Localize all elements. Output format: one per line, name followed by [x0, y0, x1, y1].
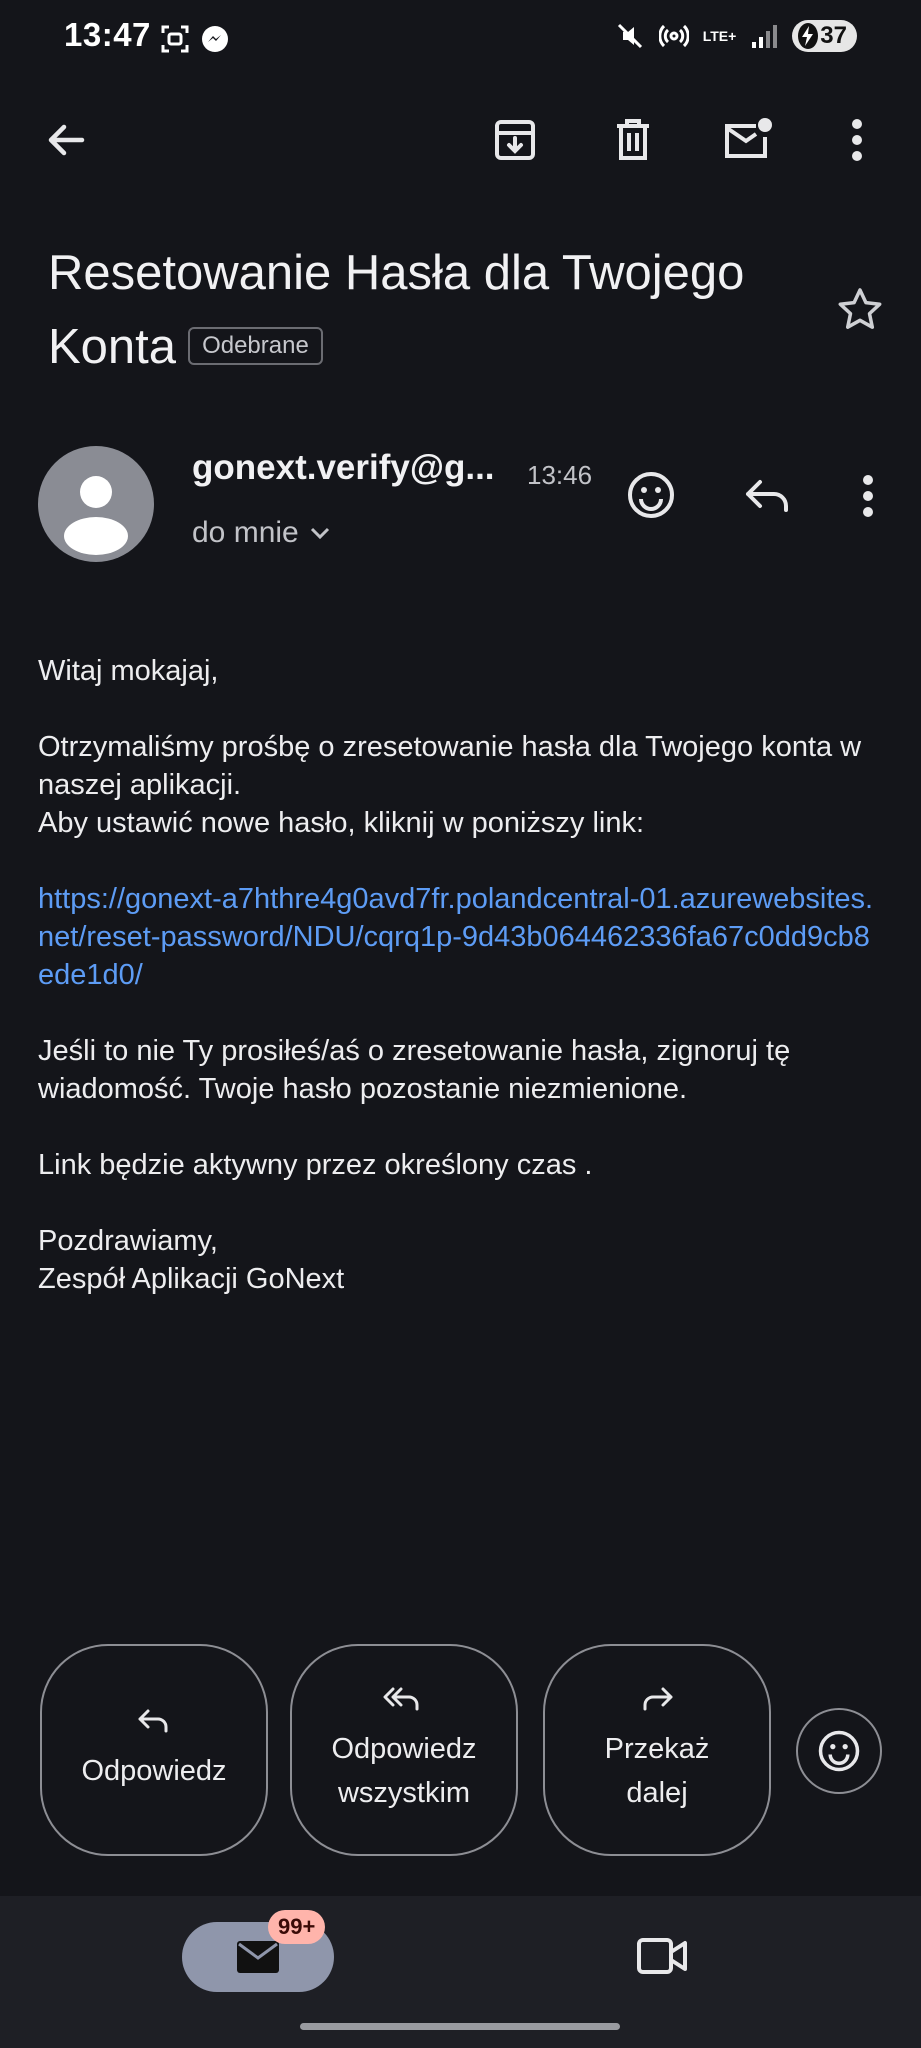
body-paragraph-1: Otrzymaliśmy prośbę o zresetowanie hasła… [38, 731, 862, 801]
hotspot-icon [658, 21, 689, 51]
mark-unread-icon[interactable] [718, 110, 778, 170]
charging-icon [798, 23, 819, 49]
sender-email[interactable]: gonext.verify@g... [192, 448, 495, 488]
reply-icon[interactable] [742, 476, 792, 516]
recipient-text: do mnie [192, 516, 299, 549]
battery-indicator: 37 [792, 20, 857, 52]
reply-label: Odpowiedz [81, 1755, 227, 1787]
forward-button[interactable]: Przekaż dalej [543, 1644, 771, 1856]
emoji-react-icon[interactable] [626, 470, 676, 520]
message-more-icon[interactable] [862, 474, 874, 518]
recipient-details-toggle[interactable]: do mnie [192, 516, 331, 550]
star-icon[interactable] [836, 286, 884, 332]
archive-icon[interactable] [485, 110, 545, 170]
emoji-icon [817, 1729, 861, 1773]
closing: Pozdrawiamy, [38, 1225, 218, 1257]
status-time: 13:47 [64, 16, 151, 53]
body-paragraph-1b: Aby ustawić nowe hasło, kliknij w poniżs… [38, 807, 645, 839]
reply-all-icon [383, 1685, 425, 1713]
back-arrow-icon[interactable] [36, 110, 96, 170]
reply-all-label-1: Odpowiedz [331, 1733, 477, 1765]
signal-icon [750, 22, 778, 50]
reset-password-link[interactable]: https://gonext-a7hthre4g0avd7fr.polandce… [38, 883, 873, 991]
unread-badge: 99+ [268, 1910, 326, 1944]
meet-video-icon[interactable] [636, 1934, 690, 1978]
screenshot-icon [160, 24, 190, 54]
status-left-icons [160, 24, 230, 54]
reply-all-label-2: wszystkim [337, 1777, 471, 1809]
forward-label-2: dalej [626, 1777, 688, 1809]
reply-all-button[interactable]: Odpowiedz wszystkim [290, 1644, 518, 1856]
status-right: LTE+ 37 [615, 20, 857, 52]
battery-level: 37 [820, 22, 847, 49]
forward-icon [639, 1685, 675, 1713]
sender-avatar[interactable] [38, 446, 154, 562]
inbox-label-chip[interactable]: Odebrane [188, 327, 323, 366]
signature: Zespół Aplikacji GoNext [38, 1263, 345, 1295]
reply-button[interactable]: Odpowiedz [40, 1644, 268, 1856]
chevron-down-icon [309, 526, 331, 540]
email-body: Witaj mokajaj, Otrzymaliśmy prośbę o zre… [38, 652, 883, 1298]
network-type-icon: LTE+ [702, 28, 737, 44]
mail-icon [235, 1939, 281, 1975]
received-time: 13:46 [527, 460, 593, 490]
greeting: Witaj mokajaj, [38, 655, 219, 687]
emoji-react-button[interactable] [796, 1708, 882, 1794]
body-paragraph-3: Link będzie aktywny przez określony czas… [38, 1149, 593, 1181]
messenger-icon [200, 24, 230, 54]
mute-icon [615, 21, 645, 51]
subject-text: Resetowanie Hasła dla Twojego Konta [48, 246, 745, 374]
forward-label-1: Przekaż [604, 1733, 710, 1765]
gesture-home-bar[interactable] [300, 2023, 620, 2030]
more-vert-icon[interactable] [827, 110, 887, 170]
body-paragraph-2: Jeśli to nie Ty prosiłeś/aś o zresetowan… [38, 1035, 791, 1105]
email-subject: Resetowanie Hasła dla Twojego Konta Odebr… [48, 236, 828, 384]
reply-icon [136, 1707, 172, 1735]
trash-icon[interactable] [603, 110, 663, 170]
